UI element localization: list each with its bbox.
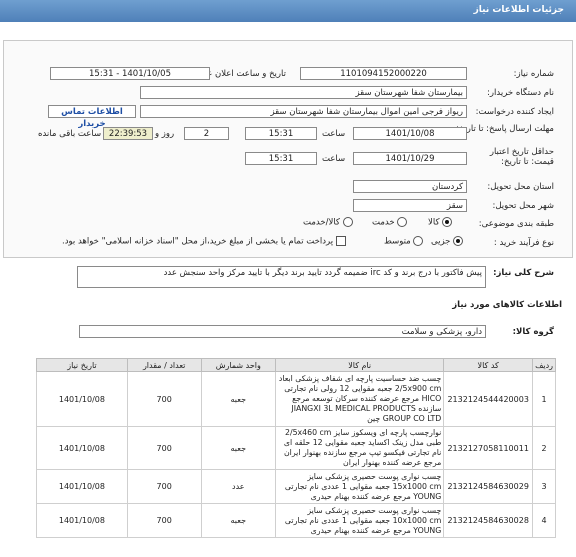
days-label: روز و — [155, 129, 175, 139]
row-date: 1401/10/08 — [36, 503, 128, 538]
category-option-service[interactable]: خدمت — [372, 217, 408, 228]
process-option-medium-label: متوسط — [384, 236, 411, 247]
row-code: 2132124544420003 — [443, 371, 534, 427]
row-unit: جعبه — [200, 371, 277, 427]
city-field[interactable]: سقز — [353, 199, 467, 212]
row-name: نوارچسب پارچه ای ویسکوز سایز 2/5x460 cm … — [275, 426, 445, 470]
row-index: 4 — [532, 503, 556, 538]
radio-icon[interactable] — [413, 236, 424, 246]
radio-selected-icon[interactable] — [453, 236, 464, 246]
process-option-partial[interactable]: جزیی — [431, 236, 464, 247]
radio-icon[interactable] — [397, 217, 408, 227]
row-unit: عدد — [200, 469, 277, 504]
province-label: استان محل تحویل: — [487, 182, 554, 192]
col-code: کد کالا — [443, 358, 534, 372]
row-code: 2132124584630029 — [443, 469, 534, 504]
contact-info-button[interactable]: اطلاعات تماس خریدار — [48, 105, 136, 129]
table-row[interactable]: 1 2132124544420003 چسب ضد حساسیت پارچه ا… — [36, 371, 556, 427]
radio-selected-icon[interactable] — [442, 217, 453, 227]
row-index: 2 — [532, 426, 556, 470]
treasury-payment-label: پرداخت تمام یا بخشی از مبلغ خرید،از محل … — [62, 236, 334, 247]
col-unit: واحد شمارش — [200, 358, 277, 372]
col-index: ردیف — [532, 358, 556, 372]
need-number-field[interactable]: 1101094152000220 — [300, 67, 467, 80]
deadline-time-label: ساعت — [322, 129, 346, 139]
row-code: 2132124584630028 — [443, 503, 534, 538]
category-option-goods-label: کالا — [428, 217, 440, 228]
remaining-time-label: ساعت باقی مانده — [38, 129, 102, 139]
treasury-payment-checkbox[interactable]: پرداخت تمام یا بخشی از مبلغ خرید،از محل … — [62, 236, 346, 247]
min-price-time-label: ساعت — [322, 154, 346, 164]
need-number-label: شماره نیاز: — [513, 69, 554, 79]
category-label: طبقه بندی موضوعی: — [478, 219, 554, 229]
row-date: 1401/10/08 — [36, 426, 128, 470]
goods-group-label: گروه کالا: — [512, 327, 554, 337]
row-unit: جعبه — [200, 426, 277, 470]
table-row[interactable]: 2 2132127058110011 نوارچسب پارچه ای ویسک… — [36, 426, 556, 470]
min-price-date-field[interactable]: 1401/10/29 — [353, 152, 467, 165]
category-option-service-label: خدمت — [372, 217, 395, 228]
process-option-partial-label: جزیی — [431, 236, 451, 247]
row-code: 2132127058110011 — [443, 426, 534, 470]
deadline-date-field[interactable]: 1401/10/08 — [353, 127, 467, 140]
table-row[interactable]: 3 2132124584630029 چسب نواری پوست حصیری … — [36, 469, 556, 504]
category-option-both[interactable]: کالا/خدمت — [303, 217, 353, 228]
min-price-label: حداقل تاریخ اعتبار قیمت: تا تاریخ: — [489, 147, 554, 167]
goods-section-title: اطلاعات کالاهای مورد نیاز — [452, 300, 562, 310]
page-header: جزئیات اطلاعات نیاز — [0, 0, 576, 22]
row-qty: 700 — [126, 503, 202, 538]
checkbox-icon[interactable] — [335, 236, 346, 246]
goods-group-field[interactable]: دارو، پزشکی و سلامت — [79, 325, 486, 338]
days-field[interactable]: 2 — [184, 127, 229, 140]
remaining-time-field: 22:39:53 — [103, 127, 153, 140]
requester-field[interactable]: ریواز فرجی امین اموال بیمارستان شفا شهرس… — [140, 105, 467, 118]
province-field[interactable]: کردستان — [353, 180, 467, 193]
radio-icon[interactable] — [342, 217, 353, 227]
description-label: شرح کلی نیاز: — [493, 268, 554, 278]
col-date: تاریخ نیاز — [36, 358, 128, 372]
row-index: 1 — [532, 371, 556, 427]
row-name: چسب نواری پوست حصیری پزشکی سایز 15x1000 … — [275, 469, 445, 504]
col-qty: تعداد / مقدار — [126, 358, 202, 372]
deadline-label-text: مهلت ارسال پاسخ: تا تاریخ: — [456, 124, 554, 134]
deadline-label: مهلت ارسال پاسخ: تا تاریخ: — [456, 124, 554, 134]
row-qty: 700 — [126, 469, 202, 504]
description-field[interactable]: پیش فاکتور با درج برند و کد irc ضمیمه گر… — [77, 266, 486, 288]
deadline-time-field[interactable]: 15:31 — [245, 127, 317, 140]
category-option-both-label: کالا/خدمت — [303, 217, 340, 228]
page-title: جزئیات اطلاعات نیاز — [473, 5, 564, 15]
row-date: 1401/10/08 — [36, 371, 128, 427]
buyer-org-field[interactable]: بیمارستان شفا شهرستان سقز — [140, 86, 467, 99]
process-option-medium[interactable]: متوسط — [384, 236, 424, 247]
city-label: شهر محل تحویل: — [492, 201, 554, 211]
requester-label: ایجاد کننده درخواست: — [475, 107, 554, 117]
row-name: چسب نواری پوست حصیری پزشکی سایز 10x1000 … — [275, 503, 445, 538]
process-label: نوع فرآیند خرید : — [493, 238, 554, 248]
row-date: 1401/10/08 — [36, 469, 128, 504]
announce-field[interactable]: 1401/10/05 - 15:31 — [50, 67, 210, 80]
goods-table: ردیف کد کالا نام کالا واحد شمارش تعداد /… — [36, 358, 556, 538]
table-row[interactable]: 4 2132124584630028 چسب نواری پوست حصیری … — [36, 503, 556, 538]
table-header-row: ردیف کد کالا نام کالا واحد شمارش تعداد /… — [36, 358, 556, 372]
row-name: چسب ضد حساسیت پارچه ای شفاف پزشکی ابعاد … — [275, 371, 445, 427]
buyer-org-label: نام دستگاه خریدار: — [487, 88, 554, 98]
category-option-goods[interactable]: کالا — [428, 217, 453, 228]
row-index: 3 — [532, 469, 556, 504]
col-name: نام کالا — [275, 358, 445, 372]
min-price-time-field[interactable]: 15:31 — [245, 152, 317, 165]
row-qty: 700 — [126, 426, 202, 470]
row-qty: 700 — [126, 371, 202, 427]
row-unit: جعبه — [200, 503, 277, 538]
